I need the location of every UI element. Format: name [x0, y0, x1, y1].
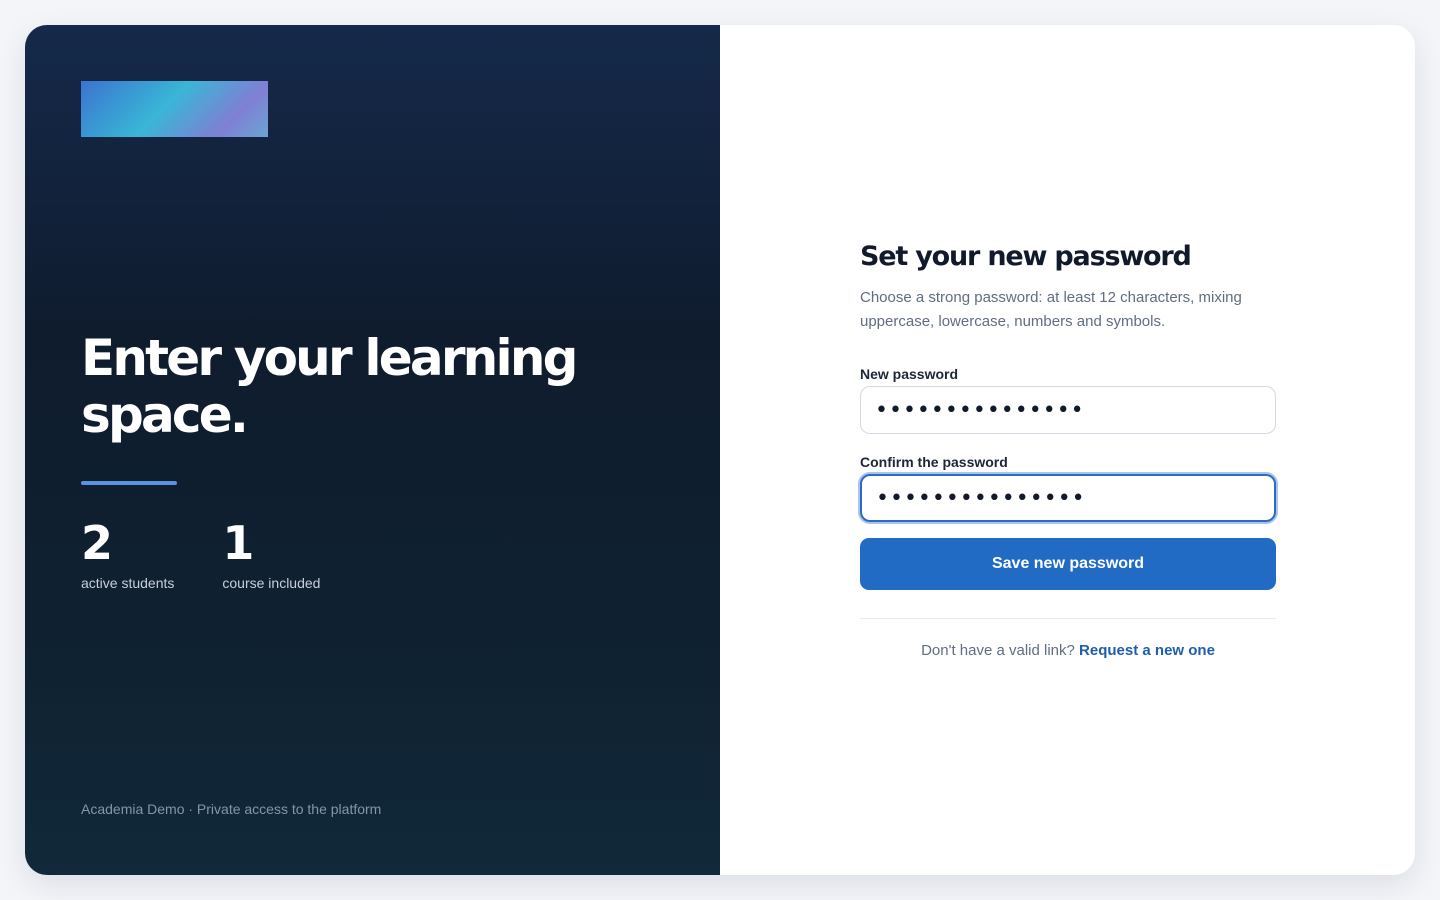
hero-footer: Academia Demo · Private access to the pl…	[81, 801, 382, 817]
stat-label: active students	[81, 575, 175, 591]
reset-password-form: Set your new password Choose a strong pa…	[860, 240, 1276, 659]
new-password-input[interactable]	[860, 386, 1276, 434]
brand-logo	[81, 81, 268, 137]
confirm-password-input[interactable]	[860, 474, 1276, 522]
help-text: Don't have a valid link?	[921, 642, 1075, 659]
confirm-password-field: Confirm the password	[860, 454, 1276, 522]
form-panel: Set your new password Choose a strong pa…	[720, 25, 1415, 875]
hero-divider	[81, 481, 177, 485]
stat-value: 1	[222, 516, 254, 570]
hero-title: Enter your learning space.	[81, 329, 578, 444]
new-password-label: New password	[860, 366, 959, 382]
new-password-field: New password	[860, 366, 1276, 434]
stat-active-students: 2 active students	[81, 517, 174, 591]
stat-courses-included: 1 course included	[222, 517, 320, 591]
request-new-link[interactable]: Request a new one	[1079, 642, 1215, 659]
form-subtitle: Choose a strong password: at least 12 ch…	[860, 289, 1242, 330]
auth-card: Enter your learning space. 2 active stud…	[25, 25, 1415, 875]
request-link-row: Don't have a valid link? Request a new o…	[860, 642, 1276, 659]
save-password-button[interactable]: Save new password	[860, 538, 1276, 590]
confirm-password-label: Confirm the password	[860, 454, 1008, 470]
form-divider	[860, 618, 1276, 619]
stats-row: 2 active students 1 course included	[81, 517, 368, 591]
stat-label: course included	[222, 575, 321, 591]
hero-panel: Enter your learning space. 2 active stud…	[25, 25, 720, 875]
stat-value: 2	[81, 516, 113, 570]
form-title: Set your new password	[860, 241, 1192, 272]
